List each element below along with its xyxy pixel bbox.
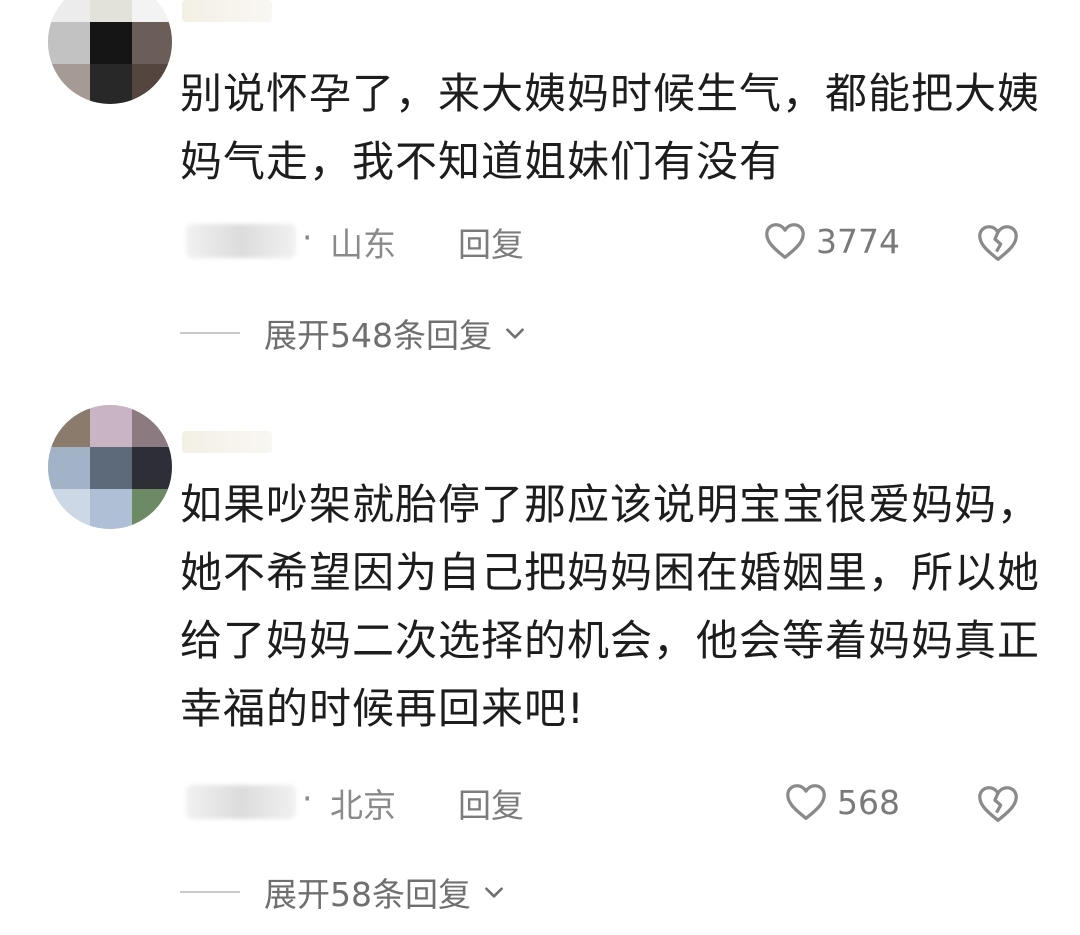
location: 北京 — [330, 786, 396, 825]
avatar[interactable] — [48, 0, 172, 104]
chevron-down-icon — [485, 887, 503, 898]
date — [186, 785, 296, 819]
heart-outline-icon — [786, 784, 826, 820]
location: 山东 — [330, 225, 396, 264]
comment-item: 如果吵架就胎停了那应该说明宝宝很爱妈妈，她不希望因为自己把妈妈困在婚姻里，所以她… — [0, 395, 1080, 935]
separator-dot: · — [302, 218, 313, 257]
expand-replies-button[interactable]: 展开548条回复 — [180, 308, 880, 358]
like-count: 3774 — [816, 221, 900, 261]
expand-replies-label: 展开548条回复 — [264, 316, 492, 355]
username[interactable] — [182, 0, 272, 22]
separator-dot: · — [302, 779, 313, 818]
chevron-down-icon — [506, 328, 524, 339]
reply-button[interactable]: 回复 — [458, 218, 524, 266]
username[interactable] — [182, 431, 272, 453]
divider-line — [180, 332, 240, 334]
like-button[interactable]: 568 — [783, 779, 900, 825]
heart-outline-icon — [765, 223, 805, 259]
comment-text: 别说怀孕了，来大姨妈时候生气，都能把大姨妈气走，我不知道姐妹们有没有 — [180, 69, 1041, 186]
date — [186, 224, 296, 258]
reply-button[interactable]: 回复 — [458, 779, 524, 827]
comment-meta: · 山东 回复 3774 — [180, 218, 1040, 268]
like-count: 568 — [837, 782, 900, 822]
avatar[interactable] — [48, 405, 172, 529]
like-button[interactable]: 3774 — [762, 218, 900, 264]
broken-heart-icon[interactable] — [975, 220, 1021, 266]
expand-replies-label: 展开58条回复 — [264, 875, 471, 914]
broken-heart-icon[interactable] — [975, 781, 1021, 827]
comment-meta: · 北京 回复 568 — [180, 779, 1040, 829]
comment-text: 如果吵架就胎停了那应该说明宝宝很爱妈妈，她不希望因为自己把妈妈困在婚姻里，所以她… — [180, 480, 1041, 733]
expand-replies-button[interactable]: 展开58条回复 — [180, 867, 880, 917]
divider-line — [180, 891, 240, 893]
comment-item: 别说怀孕了，来大姨妈时候生气，都能把大姨妈气走，我不知道姐妹们有没有 · 山东 … — [0, 0, 1080, 380]
